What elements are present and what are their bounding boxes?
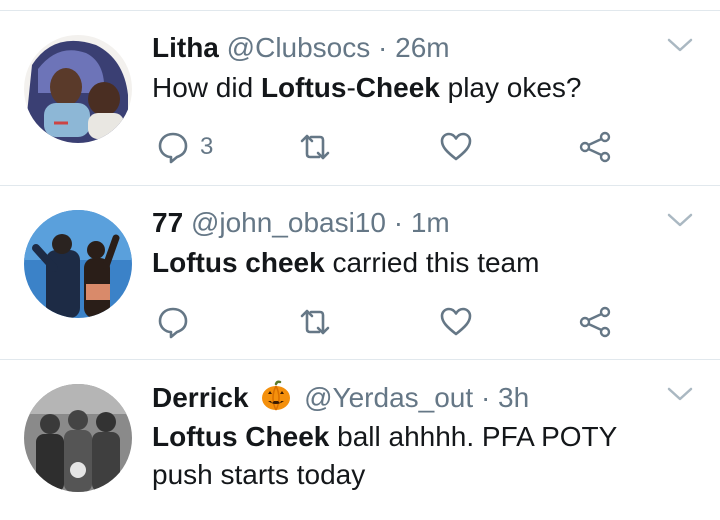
user-handle[interactable]: @Yerdas_out (304, 382, 473, 413)
timestamp[interactable]: 1m (411, 207, 450, 238)
tweet-litha[interactable]: Litha @Clubsocs · 26m How did Loftus-Che… (0, 11, 720, 186)
timestamp[interactable]: 3h (498, 382, 529, 413)
reply-count: 3 (200, 133, 214, 160)
user-handle[interactable]: @john_obasi10 (191, 207, 386, 238)
tweet-text-part: - (346, 72, 356, 103)
tweet-text-bold: Cheek (355, 72, 440, 103)
tweet-text-part: How did (152, 72, 261, 103)
retweet-icon (300, 309, 330, 335)
like-button[interactable] (439, 127, 473, 167)
jack-o-lantern-icon (262, 380, 291, 411)
tweet-text: How did Loftus-Cheek play okes? (152, 69, 672, 107)
tweet-text: Loftus cheek carried this team (152, 244, 672, 282)
display-name[interactable]: Litha (152, 32, 219, 63)
retweet-button[interactable] (297, 127, 333, 167)
avatar[interactable] (24, 210, 132, 318)
tweet-feed: Litha @Clubsocs · 26m How did Loftus-Che… (0, 0, 720, 498)
avatar[interactable] (24, 384, 132, 492)
like-icon (440, 307, 472, 336)
separator: · (480, 382, 491, 413)
user-handle[interactable]: @Clubsocs (227, 32, 371, 63)
tweet-text: Loftus Cheek ball ahhhh. PFA POTY push s… (152, 418, 672, 494)
tweet-text-bold: Loftus cheek (152, 247, 325, 278)
chevron-down-icon[interactable] (666, 210, 694, 230)
chevron-down-icon[interactable] (666, 384, 694, 404)
tweet-derrick[interactable]: Derrick @Yerdas_out · 3h Loftus Cheek ba… (0, 360, 720, 520)
reply-icon (158, 307, 188, 339)
tweet-header: 77 @john_obasi10 · 1m (152, 206, 450, 240)
tweet-text-bold: Loftus Cheek (152, 421, 330, 452)
display-name[interactable]: 77 (152, 207, 183, 238)
chevron-down-icon[interactable] (666, 35, 694, 55)
like-button[interactable] (439, 302, 473, 342)
tweet-77[interactable]: 77 @john_obasi10 · 1m Loftus cheek carri… (0, 186, 720, 360)
share-button[interactable] (578, 302, 612, 342)
top-divider (0, 0, 720, 11)
share-button[interactable] (578, 127, 612, 167)
separator: · (378, 32, 388, 63)
share-icon (579, 306, 611, 338)
tweet-text-bold: Loftus (260, 72, 347, 103)
tweet-text-part: carried this team (324, 247, 540, 278)
reply-icon (158, 132, 188, 164)
tweet-header: Litha @Clubsocs · 26m (152, 31, 450, 65)
retweet-button[interactable] (297, 302, 333, 342)
tweet-header: Derrick @Yerdas_out · 3h (152, 380, 529, 415)
reply-button[interactable] (156, 302, 200, 342)
like-icon (440, 132, 472, 161)
tweet-text-part: play okes? (439, 72, 582, 103)
tweet-actions: 3 (152, 127, 622, 167)
avatar[interactable] (24, 35, 132, 143)
reply-button[interactable]: 3 (156, 127, 213, 167)
tweet-actions (152, 302, 622, 342)
retweet-icon (300, 134, 330, 160)
separator: · (393, 207, 404, 238)
share-icon (579, 131, 611, 163)
timestamp[interactable]: 26m (395, 32, 449, 63)
display-name[interactable]: Derrick (152, 382, 249, 413)
